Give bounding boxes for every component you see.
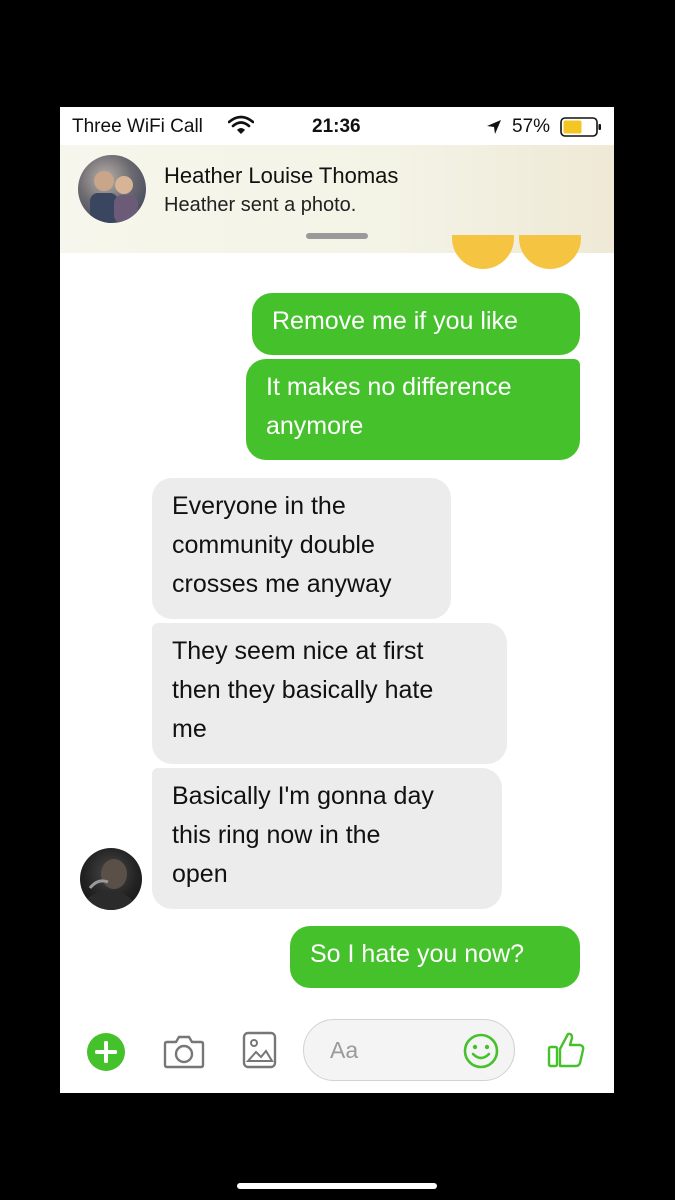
battery-icon (560, 117, 602, 143)
message-line: me (172, 715, 207, 743)
emoji-peek-right (519, 235, 581, 269)
plus-icon[interactable] (86, 1032, 126, 1077)
message-text: So I hate you now? (310, 940, 525, 968)
notification-avatar (78, 155, 146, 223)
smiley-icon[interactable] (462, 1032, 500, 1075)
message-line: then they basically hate (172, 676, 434, 704)
status-time: 21:36 (312, 116, 361, 137)
message-line: Everyone in the (172, 492, 346, 520)
message-bubble-incoming[interactable]: Everyone in the community double crosses… (152, 478, 451, 619)
phone-screen: Three WiFi Call 21:36 57% Heather Louise… (60, 107, 614, 1093)
notification-body: Heather sent a photo. (164, 194, 357, 216)
message-line: They seem nice at first (172, 637, 424, 665)
notification-title: Heather Louise Thomas (164, 163, 399, 188)
gallery-icon[interactable] (242, 1030, 278, 1075)
message-line: It makes no difference (266, 373, 512, 401)
message-line: anymore (266, 412, 364, 440)
location-arrow-icon (485, 118, 503, 142)
message-bubble-incoming[interactable]: They seem nice at first then they basica… (152, 623, 507, 764)
battery-percent: 57% (512, 116, 551, 137)
message-composer: Aa (60, 1012, 614, 1093)
message-bubble-outgoing[interactable]: It makes no difference anymore (246, 359, 580, 460)
message-bubble-outgoing[interactable]: Remove me if you like (252, 293, 580, 355)
camera-icon[interactable] (163, 1033, 205, 1074)
message-text: Remove me if you like (272, 307, 518, 335)
contact-avatar[interactable] (80, 848, 142, 910)
thumbs-up-icon[interactable] (546, 1030, 586, 1075)
status-bar: Three WiFi Call 21:36 57% (60, 107, 614, 145)
message-input[interactable]: Aa (303, 1019, 515, 1081)
message-line: crosses me anyway (172, 570, 392, 598)
message-line: this ring now in the (172, 821, 381, 849)
message-input-placeholder: Aa (330, 1037, 359, 1063)
emoji-peek-left (452, 235, 514, 269)
home-indicator[interactable] (237, 1183, 437, 1189)
message-line: open (172, 860, 228, 888)
notification-grabber[interactable] (306, 233, 368, 239)
message-bubble-incoming[interactable]: Basically I'm gonna day this ring now in… (152, 768, 502, 909)
message-bubble-outgoing[interactable]: So I hate you now? (290, 926, 580, 988)
wifi-icon (227, 115, 255, 141)
carrier-label: Three WiFi Call (72, 116, 203, 137)
message-line: Basically I'm gonna day (172, 782, 434, 810)
message-line: community double (172, 531, 375, 559)
